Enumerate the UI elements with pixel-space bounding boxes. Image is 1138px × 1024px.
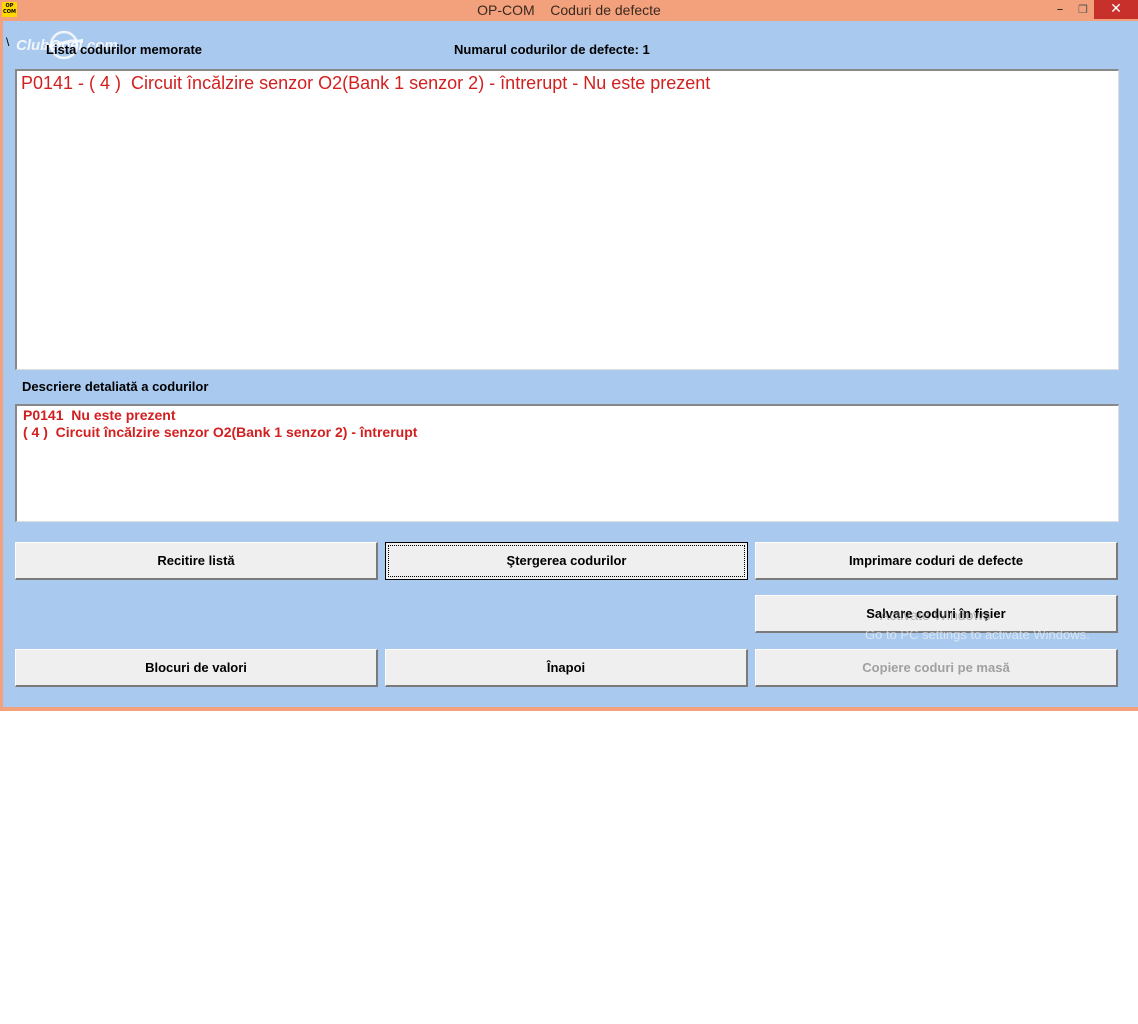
activate-windows-title: Activate Windows: [880, 607, 991, 623]
activate-windows-hint: Go to PC settings to activate Windows.: [865, 627, 1090, 642]
back-button[interactable]: Înapoi: [385, 649, 748, 687]
close-button[interactable]: ✕: [1094, 0, 1138, 19]
stray-character: \: [6, 35, 10, 49]
restore-button[interactable]: ❐: [1072, 0, 1094, 19]
clear-codes-button[interactable]: Ştergerea codurilor: [385, 542, 748, 580]
opcom-window: OP COM OP-COM Coduri de defecte – ❐ ✕ Cl…: [0, 0, 1138, 711]
codes-listbox[interactable]: P0141 - ( 4 ) Circuit încălzire senzor O…: [15, 69, 1119, 370]
window-title: OP-COM Coduri de defecte: [477, 2, 661, 18]
value-blocks-button[interactable]: Blocuri de valori: [15, 649, 378, 687]
minimize-button[interactable]: –: [1048, 0, 1072, 19]
description-label: Descriere detaliată a codurilor: [22, 379, 209, 394]
client-area: ClubOpel.com \ Lista codurilor memorate …: [3, 21, 1138, 707]
stored-codes-label: Lista codurilor memorate: [46, 42, 203, 57]
list-item[interactable]: P0141 - ( 4 ) Circuit încălzire senzor O…: [21, 73, 710, 94]
codes-count-label: Numarul codurilor de defecte: 1: [454, 42, 650, 57]
print-codes-button[interactable]: Imprimare coduri de defecte: [755, 542, 1118, 580]
reread-list-button[interactable]: Recitire listă: [15, 542, 378, 580]
description-textbox[interactable]: P0141 Nu este prezent ( 4 ) Circuit încă…: [15, 404, 1119, 522]
description-line: P0141 Nu este prezent: [23, 407, 176, 423]
description-line: ( 4 ) Circuit încălzire senzor O2(Bank 1…: [23, 424, 418, 440]
focus-ring: [388, 545, 745, 577]
title-bar[interactable]: OP COM OP-COM Coduri de defecte – ❐ ✕: [0, 0, 1138, 21]
copy-to-clipboard-button[interactable]: Copiere coduri pe masă: [755, 649, 1118, 687]
